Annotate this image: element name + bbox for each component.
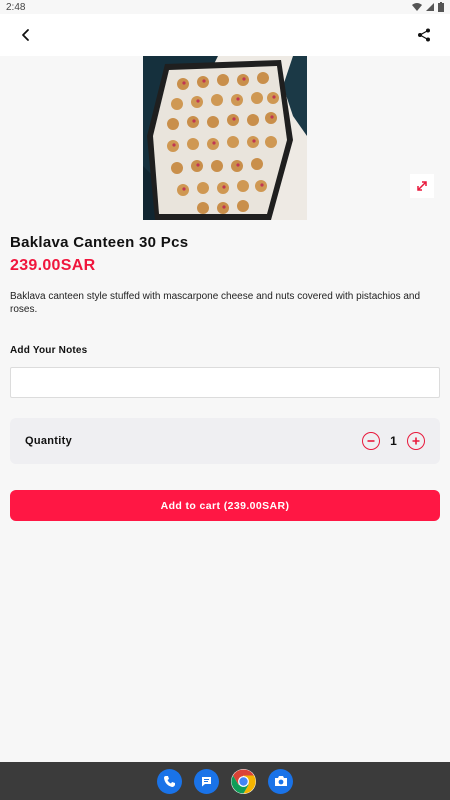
baklava-tray-illustration [143, 56, 307, 220]
arrow-back-icon [22, 29, 29, 41]
add-to-cart-button[interactable]: Add to cart (239.00SAR) [10, 490, 440, 521]
expand-icon [417, 181, 427, 191]
share-icon [418, 28, 430, 42]
battery-icon [438, 2, 444, 12]
system-nav-bar [0, 762, 450, 800]
camera-icon[interactable] [268, 768, 293, 794]
product-price: 239.00SAR [10, 257, 96, 274]
status-bar: 2:48 [0, 0, 450, 14]
app-bar [0, 14, 450, 56]
back-button[interactable] [14, 23, 38, 47]
decrease-quantity-button[interactable] [362, 432, 380, 450]
status-time: 2:48 [6, 1, 26, 13]
phone-icon[interactable] [157, 768, 182, 794]
notes-label: Add Your Notes [10, 345, 88, 356]
quantity-stepper: 1 [362, 432, 425, 450]
product-image[interactable] [143, 56, 307, 220]
wifi-icon [412, 3, 422, 11]
quantity-label: Quantity [25, 435, 73, 447]
messages-icon[interactable] [194, 768, 219, 794]
product-description: Baklava canteen style stuffed with masca… [10, 291, 421, 315]
quantity-value: 1 [390, 434, 397, 448]
quantity-card: Quantity 1 [10, 418, 440, 464]
increase-quantity-button[interactable] [407, 432, 425, 450]
minus-icon [367, 440, 375, 442]
plus-icon [412, 437, 420, 445]
chrome-icon[interactable] [231, 768, 256, 794]
product-title: Baklava Canteen 30 Pcs [10, 234, 189, 251]
expand-image-button[interactable] [410, 174, 434, 198]
notes-input[interactable] [10, 367, 440, 398]
share-button[interactable] [412, 23, 436, 47]
signal-icon [426, 3, 434, 11]
status-icons [412, 2, 444, 12]
